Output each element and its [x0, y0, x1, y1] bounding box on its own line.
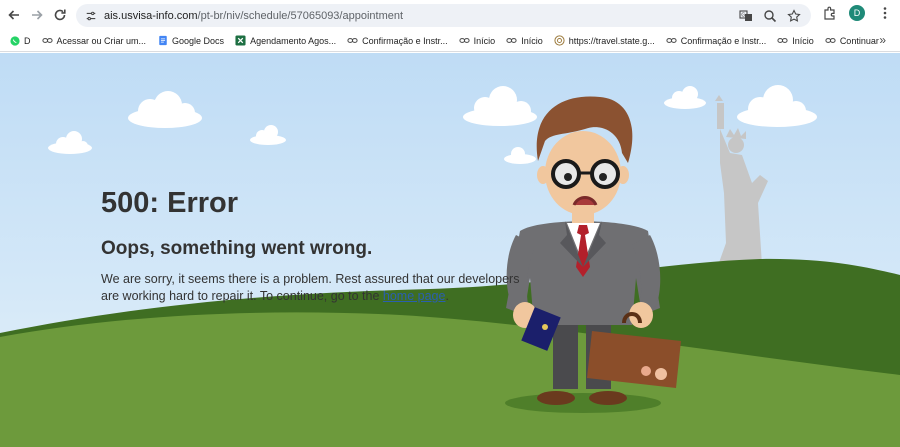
bookmark-label: https://travel.state.g...: [568, 35, 655, 46]
bookmark-item[interactable]: Início: [502, 32, 547, 50]
docs-icon: [157, 35, 168, 46]
address-bar[interactable]: ais.usvisa-info.com/pt-br/niv/schedule/5…: [76, 4, 811, 27]
forward-icon[interactable]: [25, 3, 49, 27]
bookmarks-overflow-icon[interactable]: »: [879, 33, 886, 47]
bookmark-label: Início: [521, 35, 543, 46]
cloud: [737, 85, 817, 127]
cloud: [250, 125, 286, 145]
bookmark-item[interactable]: Continuar: [821, 32, 883, 50]
back-icon[interactable]: [2, 3, 26, 27]
bookmark-label: Início: [473, 35, 496, 46]
globe-icon: [554, 35, 565, 46]
bookmark-label: Agendamento Agos...: [250, 35, 337, 46]
link-icon: [777, 35, 788, 46]
link-icon: [347, 35, 358, 46]
bookmark-item[interactable]: https://travel.state.g...: [550, 32, 659, 50]
translate-icon[interactable]: G: [736, 6, 755, 25]
bookmark-label: Acessar ou Criar um...: [56, 35, 147, 46]
bookmark-item[interactable]: Acessar ou Criar um...: [38, 32, 151, 50]
site-info-icon[interactable]: [81, 6, 101, 26]
clouds: [48, 85, 817, 164]
cloud: [664, 86, 706, 109]
link-icon: [459, 35, 470, 46]
cloud: [504, 147, 536, 164]
extensions-icon[interactable]: [820, 3, 839, 22]
home-page-link[interactable]: home page: [383, 289, 446, 303]
link-icon: [825, 35, 836, 46]
error-message: We are sorry, it seems there is a proble…: [101, 271, 521, 305]
reload-icon[interactable]: [48, 3, 72, 27]
url-path: /pt-br/niv/schedule/57065093/appointment: [197, 9, 404, 22]
bookmark-item[interactable]: D: [5, 32, 35, 50]
error-title: 500: Error: [101, 187, 239, 219]
star-icon[interactable]: [784, 6, 803, 25]
url-host: ais.usvisa-info.com: [104, 9, 198, 22]
bookmark-item[interactable]: Início: [773, 32, 818, 50]
bookmark-item[interactable]: Confirmação e Instr...: [662, 32, 771, 50]
url-text[interactable]: ais.usvisa-info.com/pt-br/niv/schedule/5…: [104, 10, 403, 22]
svg-text:G: G: [741, 12, 745, 18]
whatsapp-icon: [9, 35, 20, 46]
bookmark-label: D: [24, 35, 31, 46]
cloud: [463, 86, 537, 126]
bookmark-label: Confirmação e Instr...: [362, 35, 448, 46]
bookmark-label: Google Docs: [172, 35, 225, 46]
bookmark-item[interactable]: Confirmação e Instr...: [343, 32, 452, 50]
link-icon: [666, 35, 677, 46]
error-message-text: We are sorry, it seems there is a proble…: [101, 272, 520, 303]
menu-icon[interactable]: [875, 3, 894, 22]
link-icon: [41, 35, 53, 46]
bookmark-item[interactable]: Google Docs: [153, 32, 228, 50]
bookmark-label: Confirmação e Instr...: [680, 35, 767, 46]
cloud: [48, 131, 92, 154]
sheets-icon: [235, 35, 246, 46]
zoom-icon[interactable]: [760, 6, 779, 25]
character-shadow: [505, 393, 661, 413]
bookmark-label: Continuar: [839, 35, 879, 46]
profile-avatar[interactable]: D: [849, 4, 865, 21]
bookmark-item[interactable]: Agendamento Agos...: [231, 32, 340, 50]
error-subtitle: Oops, something went wrong.: [101, 238, 373, 259]
bookmarks-bar: D Acessar ou Criar um... Google Docs Age…: [0, 30, 900, 52]
browser-toolbar: ais.usvisa-info.com/pt-br/niv/schedule/5…: [0, 0, 900, 30]
bookmark-label: Início: [792, 35, 814, 46]
cloud: [128, 91, 202, 128]
bookmark-item[interactable]: Início: [455, 32, 500, 50]
error-page: 500: Error Oops, something went wrong. W…: [0, 53, 900, 447]
link-icon: [506, 35, 517, 46]
error-message-end: .: [445, 289, 449, 303]
